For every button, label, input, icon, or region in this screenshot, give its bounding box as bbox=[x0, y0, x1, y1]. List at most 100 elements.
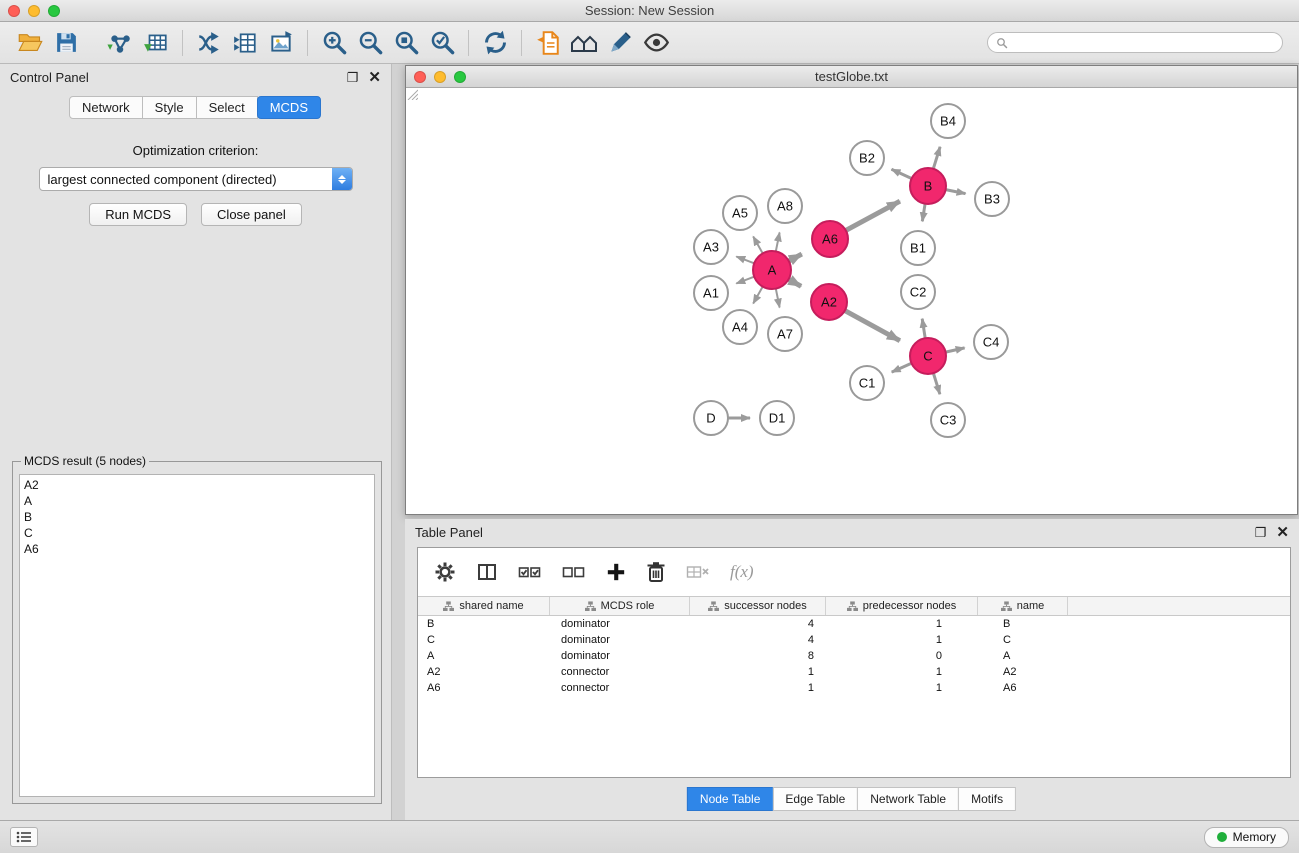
network-node[interactable]: A5 bbox=[723, 196, 757, 230]
zoom-out-button[interactable] bbox=[352, 25, 388, 61]
table-row[interactable]: A2connector11A2 bbox=[418, 664, 1290, 680]
network-edge[interactable] bbox=[753, 237, 763, 254]
mcds-result-item[interactable]: C bbox=[24, 525, 370, 541]
mcds-result-list[interactable]: A2ABCA6 bbox=[19, 474, 375, 797]
float-panel-icon[interactable]: ❐ bbox=[347, 71, 359, 84]
tab-motifs[interactable]: Motifs bbox=[958, 787, 1016, 811]
refresh-button[interactable] bbox=[477, 25, 513, 61]
network-edge[interactable] bbox=[933, 373, 940, 394]
network-node[interactable]: B2 bbox=[850, 141, 884, 175]
column-header-name[interactable]: name bbox=[978, 597, 1068, 615]
network-edge[interactable] bbox=[892, 363, 912, 372]
network-node[interactable]: D1 bbox=[760, 401, 794, 435]
mcds-result-item[interactable]: B bbox=[24, 509, 370, 525]
zoom-in-button[interactable] bbox=[316, 25, 352, 61]
minimize-network-button[interactable] bbox=[434, 71, 446, 83]
zoom-window-button[interactable] bbox=[48, 5, 60, 17]
mcds-result-item[interactable]: A6 bbox=[24, 541, 370, 557]
tab-network-table[interactable]: Network Table bbox=[857, 787, 959, 811]
export-image-button[interactable] bbox=[263, 25, 299, 61]
network-edge[interactable] bbox=[789, 254, 802, 261]
network-edge[interactable] bbox=[846, 201, 900, 230]
show-columns-button[interactable] bbox=[476, 561, 498, 583]
network-node[interactable]: A4 bbox=[723, 310, 757, 344]
close-panel-button[interactable]: Close panel bbox=[201, 203, 302, 226]
home-button[interactable] bbox=[566, 25, 602, 61]
network-window-titlebar[interactable]: testGlobe.txt bbox=[406, 66, 1297, 88]
network-edge[interactable] bbox=[922, 204, 925, 222]
network-node[interactable]: B bbox=[910, 168, 946, 204]
network-node[interactable]: C1 bbox=[850, 366, 884, 400]
copy-document-button[interactable] bbox=[530, 25, 566, 61]
close-window-button[interactable] bbox=[8, 5, 20, 17]
select-all-button[interactable] bbox=[518, 563, 542, 581]
network-edge[interactable] bbox=[776, 289, 780, 308]
zoom-network-button[interactable] bbox=[454, 71, 466, 83]
tab-style[interactable]: Style bbox=[142, 96, 197, 119]
network-node[interactable]: A2 bbox=[811, 284, 847, 320]
tab-select[interactable]: Select bbox=[196, 96, 258, 119]
tab-network[interactable]: Network bbox=[69, 96, 143, 119]
network-edge[interactable] bbox=[736, 277, 754, 284]
annotate-button[interactable] bbox=[602, 25, 638, 61]
run-mcds-button[interactable]: Run MCDS bbox=[89, 203, 187, 226]
optimization-criterion-dropdown[interactable]: largest connected component (directed) bbox=[39, 167, 353, 191]
import-table-button[interactable] bbox=[138, 25, 174, 61]
zoom-selected-button[interactable] bbox=[424, 25, 460, 61]
table-row[interactable]: Bdominator41B bbox=[418, 616, 1290, 632]
network-edge[interactable] bbox=[946, 348, 965, 352]
network-node[interactable]: A7 bbox=[768, 317, 802, 351]
deselect-all-button[interactable] bbox=[562, 563, 586, 581]
new-network-button[interactable] bbox=[191, 25, 227, 61]
function-builder-button[interactable]: f(x) bbox=[730, 562, 754, 582]
column-header-shared-name[interactable]: shared name bbox=[418, 597, 550, 615]
save-session-button[interactable] bbox=[48, 25, 84, 61]
network-edge[interactable] bbox=[776, 233, 780, 252]
memory-button[interactable]: Memory bbox=[1204, 827, 1289, 848]
open-session-button[interactable] bbox=[12, 25, 48, 61]
network-node[interactable]: B3 bbox=[975, 182, 1009, 216]
network-node[interactable]: C bbox=[910, 338, 946, 374]
add-row-button[interactable] bbox=[606, 562, 626, 582]
network-node[interactable]: B4 bbox=[931, 104, 965, 138]
network-edge[interactable] bbox=[933, 147, 940, 169]
network-edge[interactable] bbox=[946, 190, 966, 194]
network-node[interactable]: C3 bbox=[931, 403, 965, 437]
column-header-predecessor-nodes[interactable]: predecessor nodes bbox=[826, 597, 978, 615]
network-node[interactable]: B1 bbox=[901, 231, 935, 265]
table-settings-button[interactable] bbox=[434, 561, 456, 583]
close-table-panel-icon[interactable]: ✕ bbox=[1276, 525, 1289, 540]
network-node[interactable]: D bbox=[694, 401, 728, 435]
network-from-table-button[interactable] bbox=[227, 25, 263, 61]
clear-table-button[interactable] bbox=[686, 563, 710, 581]
network-edge[interactable] bbox=[736, 257, 754, 264]
show-hide-button[interactable] bbox=[638, 25, 674, 61]
table-row[interactable]: Adominator80A bbox=[418, 648, 1290, 664]
delete-button[interactable] bbox=[646, 561, 666, 583]
mcds-result-item[interactable]: A bbox=[24, 493, 370, 509]
tab-node-table[interactable]: Node Table bbox=[687, 787, 774, 811]
network-edge[interactable] bbox=[922, 319, 925, 339]
network-node[interactable]: A1 bbox=[694, 276, 728, 310]
tab-edge-table[interactable]: Edge Table bbox=[772, 787, 858, 811]
column-header-successor-nodes[interactable]: successor nodes bbox=[690, 597, 826, 615]
network-node[interactable]: C2 bbox=[901, 275, 935, 309]
table-row[interactable]: Cdominator41C bbox=[418, 632, 1290, 648]
tab-mcds[interactable]: MCDS bbox=[257, 96, 321, 119]
table-row[interactable]: A6connector11A6 bbox=[418, 680, 1290, 696]
close-network-button[interactable] bbox=[414, 71, 426, 83]
resize-grip[interactable] bbox=[406, 88, 418, 100]
column-header-mcds-role[interactable]: MCDS role bbox=[550, 597, 690, 615]
minimize-window-button[interactable] bbox=[28, 5, 40, 17]
network-node[interactable]: A bbox=[753, 251, 791, 289]
network-edge[interactable] bbox=[892, 169, 912, 178]
network-edge[interactable] bbox=[789, 279, 802, 286]
close-panel-icon[interactable]: ✕ bbox=[368, 70, 381, 85]
network-node[interactable]: A8 bbox=[768, 189, 802, 223]
mcds-result-item[interactable]: A2 bbox=[24, 477, 370, 493]
network-node[interactable]: A6 bbox=[812, 221, 848, 257]
network-node[interactable]: A3 bbox=[694, 230, 728, 264]
float-table-panel-icon[interactable]: ❐ bbox=[1255, 526, 1267, 539]
zoom-fit-button[interactable] bbox=[388, 25, 424, 61]
search-input[interactable] bbox=[1013, 36, 1274, 50]
